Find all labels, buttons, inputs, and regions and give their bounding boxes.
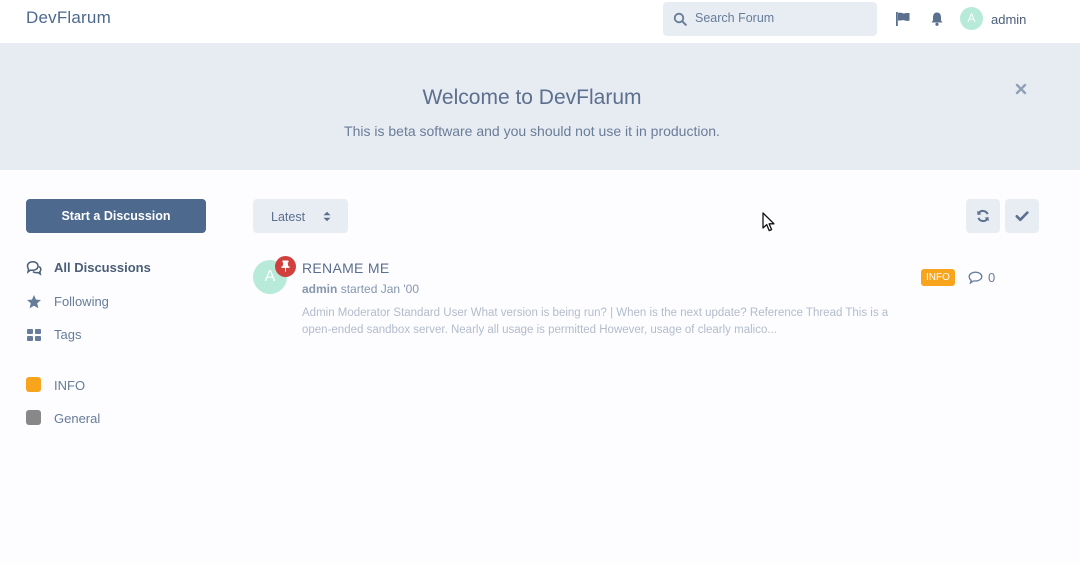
refresh-icon	[977, 209, 989, 223]
sort-caret-icon	[323, 211, 331, 222]
nav-label: INFO	[54, 378, 86, 393]
welcome-hero: Welcome to DevFlarum This is beta softwa…	[0, 44, 1080, 170]
search-placeholder: Search Forum	[695, 11, 775, 25]
bell-icon[interactable]	[929, 11, 945, 27]
user-menu[interactable]: admin	[991, 12, 1026, 27]
flag-icon[interactable]	[895, 11, 911, 27]
search-input[interactable]: Search Forum	[663, 2, 877, 36]
nav-label: General	[54, 411, 101, 426]
mouse-cursor-icon	[762, 212, 775, 232]
discussion-author[interactable]: admin	[302, 282, 337, 296]
hero-subtitle: This is beta software and you should not…	[344, 123, 720, 139]
refresh-button[interactable]	[966, 199, 1000, 233]
star-icon	[27, 295, 41, 309]
discussion-excerpt: Admin Moderator Standard User What versi…	[302, 307, 889, 336]
tags-grid-icon	[27, 329, 41, 341]
mark-all-read-button[interactable]	[1005, 199, 1039, 233]
app-header: DevFlarum Search Forum A admin	[0, 0, 1080, 44]
discussion-meta: admin started Jan '00	[302, 282, 419, 296]
discussion-started: started Jan '00	[340, 282, 420, 296]
avatar[interactable]: A	[960, 7, 983, 30]
tag-color-swatch	[26, 377, 41, 392]
brand-logo[interactable]: DevFlarum	[26, 8, 111, 28]
hero-title: Welcome to DevFlarum	[422, 86, 642, 109]
start-discussion-button[interactable]: Start a Discussion	[26, 199, 206, 233]
comment-icon	[968, 271, 983, 284]
sort-label: Latest	[271, 210, 306, 224]
pinned-badge	[275, 256, 296, 277]
nav-label: Tags	[54, 327, 82, 342]
search-icon	[673, 12, 687, 26]
comments-icon	[26, 261, 42, 276]
tag-color-swatch	[26, 410, 41, 425]
nav-label: All Discussions	[54, 260, 151, 275]
close-icon[interactable]	[1014, 82, 1028, 96]
discussion-tag-badge[interactable]: INFO	[921, 269, 955, 286]
sort-dropdown[interactable]: Latest	[253, 199, 348, 233]
nav-label: Following	[54, 294, 109, 309]
pin-icon	[281, 260, 290, 272]
check-icon	[1015, 211, 1029, 222]
discussion-reply-count: 0	[988, 270, 996, 285]
discussion-title[interactable]: RENAME ME	[302, 260, 390, 276]
